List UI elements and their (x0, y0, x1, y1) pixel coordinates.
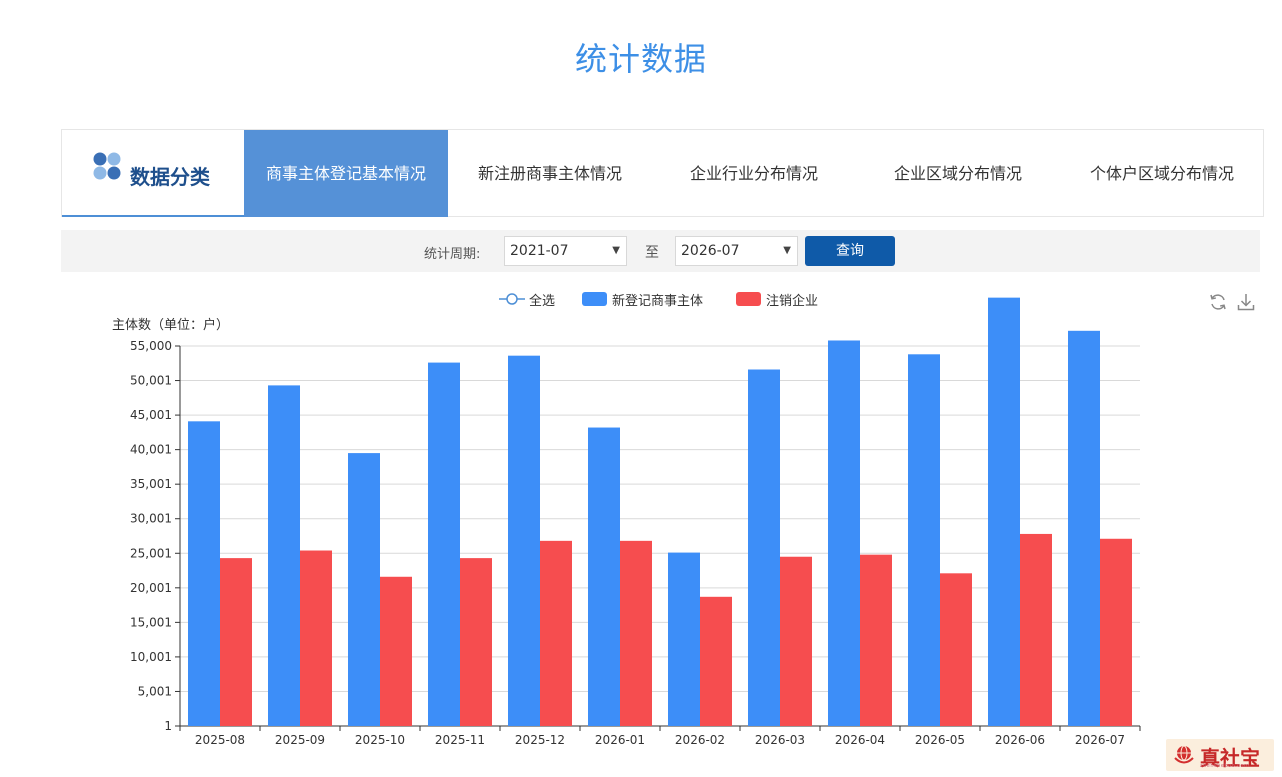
x-tick-label: 2025-12 (515, 733, 565, 747)
bar-cancelled-enterprise (700, 596, 732, 726)
y-tick-label: 30,001 (130, 512, 172, 526)
y-tick-label: 5,001 (138, 684, 172, 698)
bar-new-registration (988, 297, 1020, 726)
globe-hands-icon (1174, 745, 1194, 764)
bar-new-registration (588, 427, 620, 726)
bar-cancelled-enterprise (220, 558, 252, 726)
x-tick-label: 2025-08 (195, 733, 245, 747)
bar-new-registration (268, 385, 300, 726)
bar-new-registration (908, 354, 940, 726)
bar-cancelled-enterprise (300, 550, 332, 726)
y-tick-label: 10,001 (130, 650, 172, 664)
x-tick-label: 2026-05 (915, 733, 965, 747)
bar-new-registration (348, 453, 380, 726)
y-tick-label: 25,001 (130, 546, 172, 560)
bar-new-registration (668, 552, 700, 726)
x-tick-label: 2025-10 (355, 733, 405, 747)
y-tick-label: 15,001 (130, 615, 172, 629)
bar-cancelled-enterprise (860, 554, 892, 726)
bar-new-registration (748, 369, 780, 726)
bar-new-registration (508, 355, 540, 726)
bar-new-registration (188, 421, 220, 726)
y-tick-label: 55,000 (130, 339, 172, 353)
watermark-logo: 真社宝 zhensheboo.com (1166, 739, 1274, 771)
x-tick-label: 2026-02 (675, 733, 725, 747)
bar-cancelled-enterprise (460, 558, 492, 726)
y-tick-label: 20,001 (130, 581, 172, 595)
x-tick-label: 2025-09 (275, 733, 325, 747)
bar-new-registration (428, 362, 460, 726)
y-tick-label: 50,001 (130, 374, 172, 388)
x-tick-label: 2026-04 (835, 733, 885, 747)
y-tick-label: 35,001 (130, 477, 172, 491)
x-tick-label: 2026-06 (995, 733, 1045, 747)
y-axis-title: 主体数（单位：户） (112, 317, 229, 333)
x-tick-label: 2026-07 (1075, 733, 1125, 747)
bar-new-registration (828, 340, 860, 726)
y-tick-label: 40,001 (130, 443, 172, 457)
x-tick-label: 2025-11 (435, 733, 485, 747)
bar-cancelled-enterprise (780, 556, 812, 726)
y-tick-label: 45,001 (130, 408, 172, 422)
bar-chart: 主体数（单位：户）15,00110,00115,00120,00125,0013… (112, 297, 1141, 747)
bar-cancelled-enterprise (940, 573, 972, 726)
bar-cancelled-enterprise (1100, 538, 1132, 726)
x-tick-label: 2026-03 (755, 733, 805, 747)
x-tick-label: 2026-01 (595, 733, 645, 747)
bar-new-registration (1068, 330, 1100, 726)
watermark-sub: zhensheboo.com (1200, 763, 1250, 769)
bar-cancelled-enterprise (1020, 533, 1052, 726)
bar-cancelled-enterprise (380, 576, 412, 726)
bar-cancelled-enterprise (620, 540, 652, 726)
bar-cancelled-enterprise (540, 540, 572, 726)
y-tick-label: 1 (164, 719, 172, 733)
